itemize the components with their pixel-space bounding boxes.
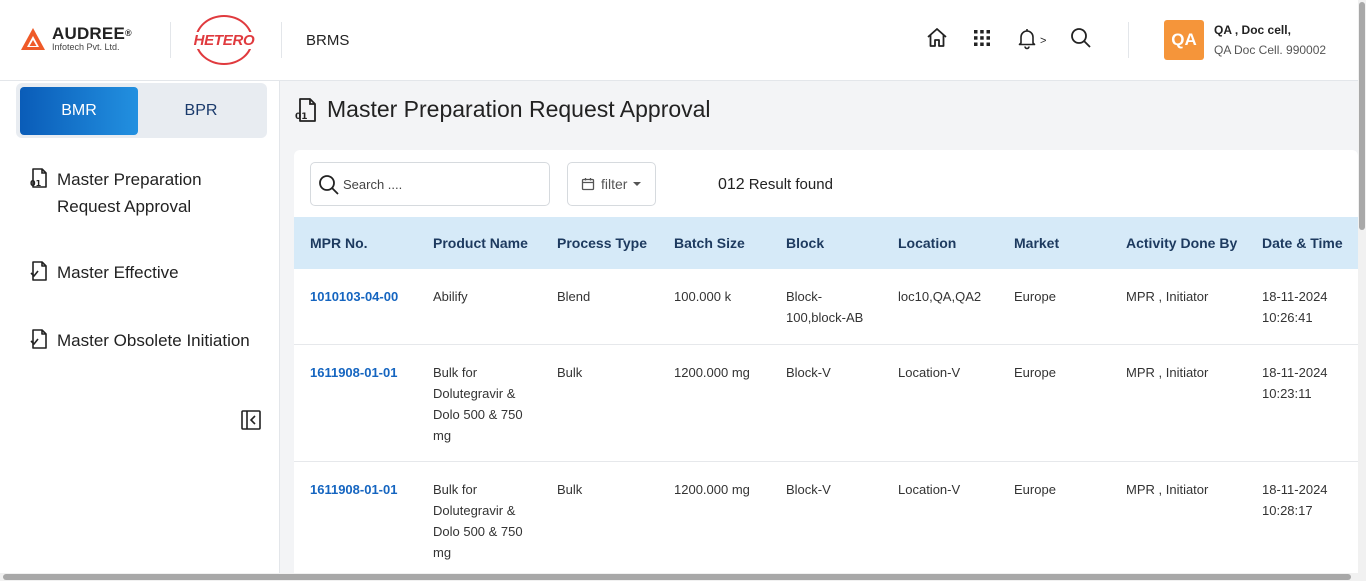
- page-title: Master Preparation Request Approval: [327, 96, 711, 122]
- process-type-cell: Blend: [557, 289, 591, 304]
- sidebar-item-master-preparation-request-approval[interactable]: 01 Master Preparation Request Approval: [28, 166, 202, 220]
- process-type-cell: Bulk: [557, 482, 583, 497]
- batch-size-cell: 1200.000 mg: [674, 365, 750, 380]
- search-input[interactable]: [343, 171, 543, 197]
- table-row[interactable]: 1611908-01-01 Bulk for Dolutegravir & Do…: [294, 462, 1358, 579]
- filter-button[interactable]: filter: [567, 162, 656, 206]
- user-name: QA , Doc cell,: [1214, 23, 1291, 37]
- header-divider: [170, 22, 171, 58]
- top-header: AUDREE® Infotech Pvt. Ltd. HETERO BRMS >…: [0, 0, 1358, 81]
- block-cell: Block-V: [786, 365, 831, 380]
- document-number-icon: 01: [30, 168, 47, 188]
- column-header-product-name[interactable]: Product Name: [433, 235, 528, 251]
- sidebar-item-label: Master Obsolete Initiation: [57, 331, 250, 350]
- avatar[interactable]: QA: [1164, 20, 1204, 60]
- audree-logo-mark: [21, 28, 45, 50]
- result-label: Result found: [748, 176, 833, 193]
- notifications-button[interactable]: >: [1014, 25, 1048, 51]
- document-number-icon: 01: [295, 97, 316, 122]
- home-icon[interactable]: [924, 25, 950, 51]
- chevron-down-icon: [633, 182, 642, 186]
- mpr-number-link[interactable]: 1010103-04-00: [310, 286, 398, 307]
- registered-mark: ®: [125, 28, 132, 38]
- column-header-process-type[interactable]: Process Type: [557, 235, 647, 251]
- calendar-icon: [581, 178, 595, 191]
- audree-logo[interactable]: AUDREE® Infotech Pvt. Ltd.: [20, 25, 132, 53]
- location-cell: Location-V: [898, 365, 961, 380]
- search-icon: [319, 175, 339, 195]
- horizontal-scrollbar[interactable]: [0, 573, 1358, 581]
- column-header-activity-done-by[interactable]: Activity Done By: [1126, 235, 1237, 251]
- mpr-number-link[interactable]: 1611908-01-01: [310, 362, 397, 383]
- page-header: 01 Master Preparation Request Approval: [294, 96, 711, 123]
- column-header-block[interactable]: Block: [786, 235, 824, 251]
- batch-size-cell: 1200.000 mg: [674, 482, 750, 497]
- sidebar: BMR BPR 01 Master Preparation Request Ap…: [0, 81, 280, 581]
- block-cell: Block- 100,block-AB: [786, 289, 864, 325]
- header-divider: [281, 22, 282, 58]
- vertical-scrollbar[interactable]: [1358, 0, 1366, 581]
- vertical-scrollbar-thumb[interactable]: [1359, 2, 1365, 230]
- batch-size-cell: 100.000 k: [674, 289, 732, 304]
- column-header-date-time[interactable]: Date & Time: [1262, 235, 1343, 251]
- table-header: MPR No. Product Name Process Type Batch …: [294, 217, 1358, 269]
- location-cell: loc10,QA,QA2: [898, 289, 982, 304]
- location-cell: Location-V: [898, 482, 961, 497]
- market-cell: Europe: [1014, 365, 1056, 380]
- results-card: filter 012Result found MPR No. Product N…: [294, 150, 1358, 581]
- product-name-cell: Abilify: [433, 289, 468, 304]
- date-time-cell: 18-11-2024 10:26:41: [1262, 289, 1328, 325]
- bell-arrow-indicator: >: [1040, 35, 1047, 47]
- bmr-bpr-toggle: BMR BPR: [16, 83, 267, 138]
- activity-done-by-cell: MPR , Initiator: [1126, 482, 1209, 497]
- sidebar-item-master-effective[interactable]: Master Effective: [28, 259, 179, 286]
- horizontal-scrollbar-thumb[interactable]: [3, 574, 1351, 580]
- date-time-cell: 18-11-2024 10:28:17: [1262, 482, 1328, 518]
- apps-grid-icon[interactable]: [969, 25, 995, 51]
- svg-text:01: 01: [295, 112, 308, 122]
- table-row[interactable]: 1611908-01-01 Bulk for Dolutegravir & Do…: [294, 345, 1358, 462]
- user-role: QA Doc Cell. 990002: [1214, 43, 1327, 57]
- hetero-logo-text: HETERO: [192, 31, 256, 49]
- hetero-logo: HETERO: [192, 15, 256, 65]
- mpr-number-link[interactable]: 1611908-01-01: [310, 479, 397, 500]
- activity-done-by-cell: MPR , Initiator: [1126, 289, 1209, 304]
- search-box: [310, 162, 550, 206]
- date-time-cell: 18-11-2024 10:23:11: [1262, 365, 1328, 401]
- collapse-sidebar-icon[interactable]: [240, 409, 262, 431]
- column-header-location[interactable]: Location: [898, 235, 956, 251]
- process-type-cell: Bulk: [557, 365, 583, 380]
- brand-name: AUDREE: [52, 24, 125, 43]
- tab-bpr[interactable]: BPR: [139, 87, 263, 135]
- brand-subtitle: Infotech Pvt. Ltd.: [52, 42, 120, 52]
- sidebar-item-master-obsolete-initiation[interactable]: Master Obsolete Initiation: [28, 327, 250, 354]
- tab-bmr[interactable]: BMR: [20, 87, 138, 135]
- activity-done-by-cell: MPR , Initiator: [1126, 365, 1209, 380]
- column-header-mpr-no[interactable]: MPR No.: [310, 235, 368, 251]
- header-divider: [1128, 22, 1129, 58]
- search-icon[interactable]: [1068, 25, 1094, 51]
- sidebar-item-label: Master Effective: [57, 263, 179, 282]
- table-row[interactable]: 1010103-04-00 Abilify Blend 100.000 k Bl…: [294, 269, 1358, 345]
- market-cell: Europe: [1014, 482, 1056, 497]
- document-check-icon: [30, 329, 47, 349]
- filter-label: filter: [601, 176, 628, 192]
- sidebar-item-label: Master Preparation Request Approval: [57, 170, 202, 216]
- block-cell: Block-V: [786, 482, 831, 497]
- svg-text:01: 01: [30, 179, 42, 188]
- app-name: BRMS: [306, 32, 350, 49]
- result-count: 012: [718, 176, 745, 193]
- product-name-cell: Bulk for Dolutegravir & Dolo 500 & 750 m…: [433, 482, 523, 560]
- market-cell: Europe: [1014, 289, 1056, 304]
- column-header-market[interactable]: Market: [1014, 235, 1059, 251]
- bell-icon: [1018, 29, 1036, 50]
- document-check-icon: [30, 261, 47, 281]
- product-name-cell: Bulk for Dolutegravir & Dolo 500 & 750 m…: [433, 365, 523, 443]
- column-header-batch-size[interactable]: Batch Size: [674, 235, 745, 251]
- result-summary: 012 Result found: [718, 176, 833, 194]
